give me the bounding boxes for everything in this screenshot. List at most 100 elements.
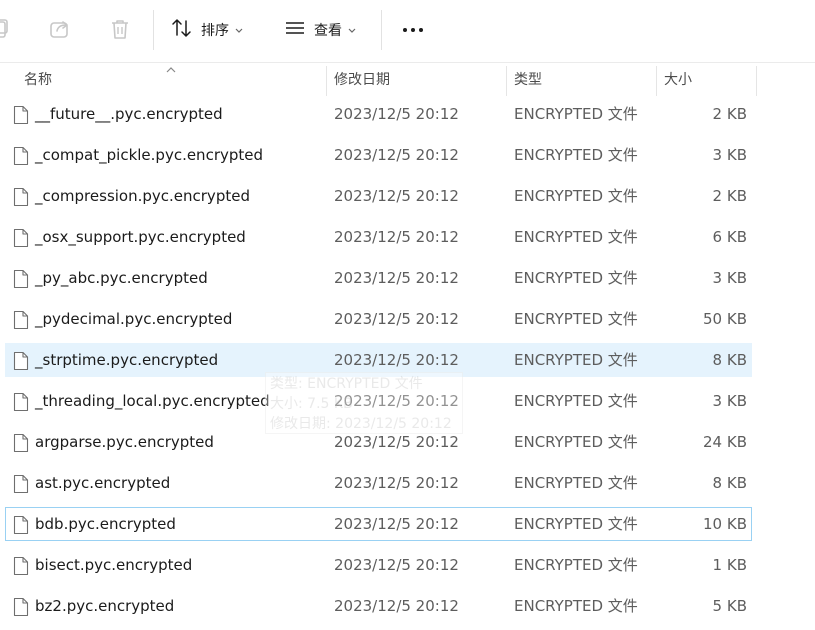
file-row[interactable]: bdb.pyc.encrypted 2023/12/5 20:12 ENCRYPTE… (5, 507, 752, 541)
file-name: _pydecimal.pyc.encrypted (35, 310, 233, 328)
file-size: 3 KB (712, 269, 747, 287)
file-type: ENCRYPTED 文件 (514, 228, 638, 246)
file-date-modified: 2023/12/5 20:12 (334, 597, 459, 615)
file-row[interactable]: bz2.pyc.encrypted 2023/12/5 20:12 ENCRYPTE… (5, 589, 752, 623)
column-resize-handle[interactable] (656, 66, 657, 96)
column-header-date[interactable]: 修改日期 (334, 63, 504, 97)
file-date-modified: 2023/12/5 20:12 (334, 269, 459, 287)
file-type: ENCRYPTED 文件 (514, 105, 638, 123)
sort-icon (171, 17, 193, 43)
file-size: 8 KB (712, 474, 747, 492)
file-row[interactable]: _pydecimal.pyc.encrypted 2023/12/5 20:12 E… (5, 302, 752, 336)
file-size: 2 KB (712, 187, 747, 205)
column-resize-handle[interactable] (756, 66, 757, 96)
column-resize-handle[interactable] (506, 66, 507, 96)
file-type: ENCRYPTED 文件 (514, 146, 638, 164)
file-name: _threading_local.pyc.encrypted (35, 392, 270, 410)
file-size: 24 KB (703, 433, 747, 451)
file-date-modified: 2023/12/5 20:12 (334, 146, 459, 164)
file-type: ENCRYPTED 文件 (514, 433, 638, 451)
file-tooltip: 类型: ENCRYPTED 文件 大小: 7.5 KB 修改日期: 2023/1… (265, 372, 463, 434)
file-type: ENCRYPTED 文件 (514, 515, 638, 533)
file-row[interactable]: _py_abc.pyc.encrypted 2023/12/5 20:12 ENCR… (5, 261, 752, 295)
file-icon (12, 351, 30, 371)
tooltip-size: 大小: 7.5 KB (270, 396, 353, 412)
file-row[interactable]: _compression.pyc.encrypted 2023/12/5 20:1… (5, 179, 752, 213)
file-name: bz2.pyc.encrypted (35, 597, 175, 615)
file-row[interactable]: ast.pyc.encrypted 2023/12/5 20:12 ENCRYPTE… (5, 466, 752, 500)
file-icon (12, 597, 30, 617)
column-resize-handle[interactable] (326, 66, 327, 96)
copy-icon[interactable] (0, 17, 14, 41)
command-bar: 排序 查看 (0, 0, 815, 60)
file-size: 6 KB (712, 228, 747, 246)
more-icon (403, 28, 423, 32)
file-size: 5 KB (712, 597, 747, 615)
file-icon (12, 433, 30, 453)
file-name: _compression.pyc.encrypted (35, 187, 250, 205)
file-row[interactable]: _osx_support.pyc.encrypted 2023/12/5 20:1… (5, 220, 752, 254)
chevron-down-icon (235, 22, 243, 38)
file-date-modified: 2023/12/5 20:12 (334, 515, 459, 533)
file-type: ENCRYPTED 文件 (514, 597, 638, 615)
file-name: bisect.pyc.encrypted (35, 556, 193, 574)
file-type: ENCRYPTED 文件 (514, 392, 638, 410)
file-name: _strptime.pyc.encrypted (35, 351, 219, 369)
file-date-modified: 2023/12/5 20:12 (334, 556, 459, 574)
file-name: _compat_pickle.pyc.encrypted (35, 146, 264, 164)
file-name: _osx_support.pyc.encrypted (35, 228, 246, 246)
toolbar-separator (153, 10, 154, 50)
file-date-modified: 2023/12/5 20:12 (334, 310, 459, 328)
file-date-modified: 2023/12/5 20:12 (334, 105, 459, 123)
chevron-down-icon (348, 22, 356, 38)
file-size: 3 KB (712, 392, 747, 410)
column-header-name[interactable]: 名称 (24, 63, 324, 97)
view-label: 查看 (314, 23, 342, 39)
view-button[interactable]: 查看 (284, 14, 356, 46)
file-size: 8 KB (712, 351, 747, 369)
file-row[interactable]: __future__.pyc.encrypted 2023/12/5 20:12 E… (5, 97, 752, 131)
tooltip-date: 修改日期: 2023/12/5 20:12 (270, 416, 452, 432)
file-size: 3 KB (712, 146, 747, 164)
file-icon (12, 310, 30, 330)
column-header-type[interactable]: 类型 (514, 63, 654, 97)
file-name: argparse.pyc.encrypted (35, 433, 214, 451)
sort-label: 排序 (201, 23, 229, 39)
file-icon (12, 228, 30, 248)
file-type: ENCRYPTED 文件 (514, 310, 638, 328)
file-icon (12, 187, 30, 207)
more-options-button[interactable] (398, 14, 428, 46)
file-size: 50 KB (703, 310, 747, 328)
file-type: ENCRYPTED 文件 (514, 351, 638, 369)
tooltip-type: 类型: ENCRYPTED 文件 (270, 376, 423, 392)
file-icon (12, 105, 30, 125)
file-icon (12, 474, 30, 494)
file-type: ENCRYPTED 文件 (514, 187, 638, 205)
file-date-modified: 2023/12/5 20:12 (334, 187, 459, 205)
file-type: ENCRYPTED 文件 (514, 556, 638, 574)
file-type: ENCRYPTED 文件 (514, 269, 638, 287)
column-header-row: 名称 修改日期 类型 大小 (0, 63, 815, 97)
file-icon (12, 269, 30, 289)
file-type: ENCRYPTED 文件 (514, 474, 638, 492)
file-row[interactable]: _compat_pickle.pyc.encrypted 2023/12/5 20… (5, 138, 752, 172)
delete-icon[interactable] (108, 17, 132, 41)
file-date-modified: 2023/12/5 20:12 (334, 228, 459, 246)
file-list: __future__.pyc.encrypted 2023/12/5 20:12 E… (5, 97, 752, 630)
view-list-icon (284, 17, 306, 43)
file-name: ast.pyc.encrypted (35, 474, 171, 492)
file-name: __future__.pyc.encrypted (35, 105, 223, 123)
column-header-size[interactable]: 大小 (664, 63, 754, 97)
file-size: 1 KB (712, 556, 747, 574)
file-icon (12, 515, 30, 535)
file-size: 10 KB (703, 515, 747, 533)
file-icon (12, 392, 30, 412)
file-size: 2 KB (712, 105, 747, 123)
file-date-modified: 2023/12/5 20:12 (334, 474, 459, 492)
file-name: _py_abc.pyc.encrypted (35, 269, 208, 287)
sort-button[interactable]: 排序 (171, 14, 243, 46)
file-row[interactable]: bisect.pyc.encrypted 2023/12/5 20:12 ENCRY… (5, 548, 752, 582)
share-icon[interactable] (48, 17, 72, 41)
file-icon (12, 556, 30, 576)
toolbar-separator (381, 10, 382, 50)
